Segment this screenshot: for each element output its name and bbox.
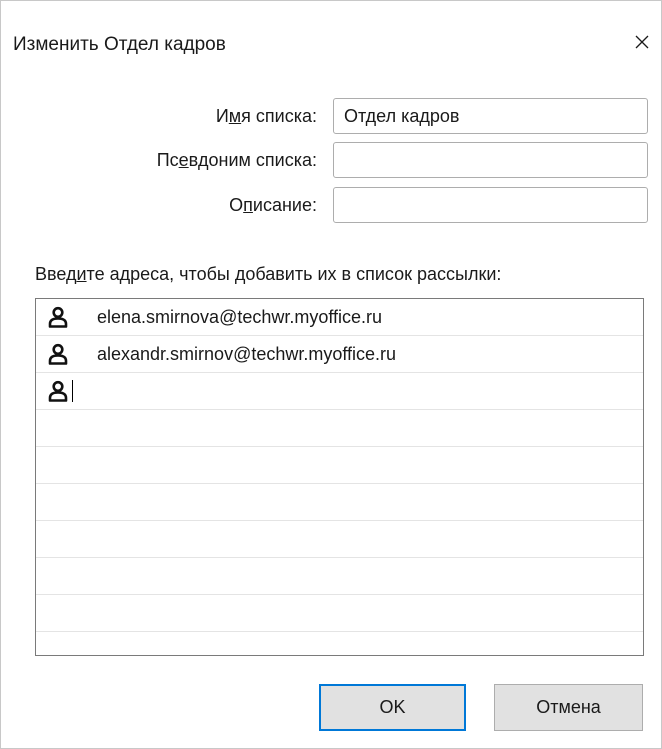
recipient-email: alexandr.smirnov@techwr.myoffice.ru	[97, 344, 397, 364]
recipient-row[interactable]: elena.smirnova@techwr.myoffice.ru	[36, 299, 643, 336]
person-icon	[48, 380, 68, 402]
person-icon	[48, 306, 68, 328]
close-button[interactable]	[627, 27, 657, 57]
close-icon	[635, 35, 649, 49]
edit-distribution-list-dialog: Изменить Отдел кадров Имя списка: Псевдо…	[0, 0, 662, 749]
empty-recipient-row[interactable]	[36, 521, 643, 558]
cancel-button[interactable]: Отмена	[494, 684, 643, 731]
dialog-title: Изменить Отдел кадров	[13, 34, 226, 55]
list-alias-input[interactable]	[333, 142, 648, 178]
empty-recipient-row[interactable]	[36, 595, 643, 632]
empty-recipient-row[interactable]	[36, 447, 643, 484]
list-name-row: Имя списка:	[1, 98, 661, 134]
description-input[interactable]	[333, 187, 648, 223]
list-name-input[interactable]	[333, 98, 648, 134]
title-bar: Изменить Отдел кадров	[1, 1, 661, 79]
recipients-instruction: Введите адреса, чтобы добавить их в спис…	[35, 264, 502, 284]
empty-recipient-row[interactable]	[36, 410, 643, 447]
description-label: Описание:	[229, 195, 317, 215]
list-alias-label: Псевдоним списка:	[156, 150, 317, 170]
text-cursor	[72, 380, 73, 402]
empty-recipient-row[interactable]	[36, 558, 643, 595]
list-name-label: Имя списка:	[215, 106, 317, 126]
description-row: Описание:	[1, 187, 661, 223]
empty-recipient-row[interactable]	[36, 484, 643, 521]
recipient-input-row[interactable]	[36, 373, 643, 410]
list-alias-row: Псевдоним списка:	[1, 142, 661, 178]
recipient-row[interactable]: alexandr.smirnov@techwr.myoffice.ru	[36, 336, 643, 373]
ok-button[interactable]: OK	[319, 684, 466, 731]
recipients-list[interactable]: elena.smirnova@techwr.myoffice.ru alexan…	[35, 298, 644, 656]
recipient-email: elena.smirnova@techwr.myoffice.ru	[97, 307, 383, 327]
person-icon	[48, 343, 68, 365]
